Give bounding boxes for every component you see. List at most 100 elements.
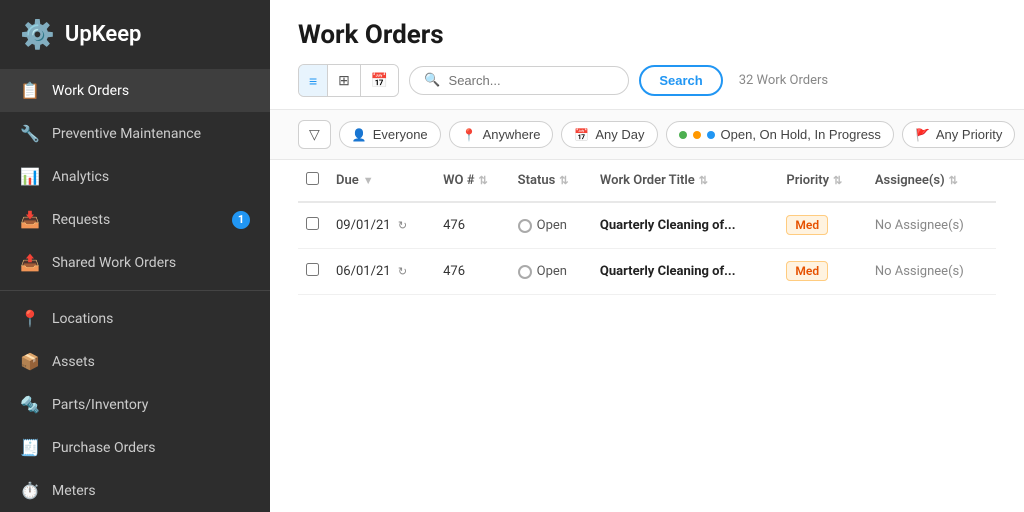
sidebar-item-assets[interactable]: 📦 Assets	[0, 340, 270, 383]
sidebar-item-shared-work-orders[interactable]: 📤 Shared Work Orders	[0, 241, 270, 284]
nav-divider	[0, 290, 270, 291]
title-sort-icon: ⇅	[699, 174, 708, 187]
logo-text: UpKeep	[65, 22, 142, 47]
row-1-assignees: No Assignee(s)	[867, 202, 996, 249]
row-1-title[interactable]: Quarterly Cleaning of...	[592, 202, 779, 249]
work-orders-icon: 📋	[20, 81, 40, 100]
header-due[interactable]: Due ▼	[328, 160, 435, 202]
due-sort-icon: ▼	[363, 174, 374, 187]
priority-sort-icon: ⇅	[833, 174, 842, 187]
sidebar-label-shared-work-orders: Shared Work Orders	[52, 255, 176, 271]
assignees-sort-icon: ⇅	[949, 174, 958, 187]
sidebar-label-requests: Requests	[52, 212, 110, 228]
row-2-checkbox-cell	[298, 249, 328, 295]
sidebar-label-work-orders: Work Orders	[52, 83, 129, 99]
any-priority-filter-label: Any Priority	[936, 127, 1002, 142]
status-sort-icon: ⇅	[559, 174, 568, 187]
row-2-status: Open	[510, 249, 592, 295]
table-row: 06/01/21 ↻ 476 Open Quarterly Cleaning o…	[298, 249, 996, 295]
work-orders-count: 32 Work Orders	[739, 73, 828, 88]
requests-badge: 1	[232, 211, 250, 229]
sidebar-label-preventive-maintenance: Preventive Maintenance	[52, 126, 201, 142]
sidebar-item-work-orders[interactable]: 📋 Work Orders	[0, 69, 270, 112]
row-2-assignees: No Assignee(s)	[867, 249, 996, 295]
calendar-view-button[interactable]: 📅	[361, 65, 398, 96]
sidebar-label-parts-inventory: Parts/Inventory	[52, 397, 148, 413]
repeat-icon: ↻	[398, 219, 407, 232]
logo-icon: ⚙️	[20, 18, 55, 51]
table-header-row: Due ▼ WO # ⇅ Status ⇅	[298, 160, 996, 202]
header-status[interactable]: Status ⇅	[510, 160, 592, 202]
search-icon: 🔍	[424, 73, 440, 88]
wo-sort-icon: ⇅	[478, 174, 487, 187]
row-2-checkbox[interactable]	[306, 263, 319, 276]
any-day-filter-label: Any Day	[595, 127, 644, 142]
sidebar-item-analytics[interactable]: 📊 Analytics	[0, 155, 270, 198]
hold-status-dot	[693, 131, 701, 139]
row-2-wo-number: 476	[435, 249, 510, 295]
header-wo-number[interactable]: WO # ⇅	[435, 160, 510, 202]
progress-status-dot	[707, 131, 715, 139]
everyone-filter-label: Everyone	[373, 127, 428, 142]
row-2-priority: Med	[778, 249, 866, 295]
anywhere-filter-button[interactable]: 📍 Anywhere	[449, 121, 554, 148]
row-1-status: Open	[510, 202, 592, 249]
header-checkbox-cell	[298, 160, 328, 202]
any-priority-filter-button[interactable]: 🚩 Any Priority	[902, 121, 1015, 148]
toolbar: ≡ ⊞ 📅 🔍 Search 32 Work Orders	[298, 64, 996, 97]
row-2-title[interactable]: Quarterly Cleaning of...	[592, 249, 779, 295]
grid-view-button[interactable]: ⊞	[328, 65, 361, 96]
open-status-dot	[679, 131, 687, 139]
sidebar-item-parts-inventory[interactable]: 🔩 Parts/Inventory	[0, 383, 270, 426]
meters-icon: ⏱️	[20, 481, 40, 500]
select-all-checkbox[interactable]	[306, 172, 319, 185]
sidebar-item-requests[interactable]: 📥 Requests 1	[0, 198, 270, 241]
search-container: 🔍	[409, 66, 629, 95]
logo-container[interactable]: ⚙️ UpKeep	[0, 0, 270, 69]
parts-inventory-icon: 🔩	[20, 395, 40, 414]
sidebar-item-purchase-orders[interactable]: 🧾 Purchase Orders	[0, 426, 270, 469]
sidebar-label-purchase-orders: Purchase Orders	[52, 440, 155, 456]
row-1-due: 09/01/21 ↻	[328, 202, 435, 249]
assets-icon: 📦	[20, 352, 40, 371]
open-circle-icon-2	[518, 265, 532, 279]
sidebar-label-locations: Locations	[52, 311, 113, 327]
shared-work-orders-icon: 📤	[20, 253, 40, 272]
list-view-button[interactable]: ≡	[299, 65, 328, 96]
filter-bar: ▽ 👤 Everyone 📍 Anywhere 📅 Any Day Open, …	[270, 110, 1024, 160]
status-filter-label: Open, On Hold, In Progress	[721, 127, 881, 142]
purchase-orders-icon: 🧾	[20, 438, 40, 457]
sidebar-item-locations[interactable]: 📍 Locations	[0, 297, 270, 340]
page-title: Work Orders	[298, 20, 996, 50]
row-1-priority: Med	[778, 202, 866, 249]
analytics-icon: 📊	[20, 167, 40, 186]
row-1-wo-number: 476	[435, 202, 510, 249]
header-priority[interactable]: Priority ⇅	[778, 160, 866, 202]
anywhere-filter-label: Anywhere	[483, 127, 541, 142]
open-circle-icon	[518, 219, 532, 233]
preventive-maintenance-icon: 🔧	[20, 124, 40, 143]
main-content: Work Orders ≡ ⊞ 📅 🔍 Search 32 Work Order…	[270, 0, 1024, 512]
sidebar-label-analytics: Analytics	[52, 169, 109, 185]
search-button[interactable]: Search	[639, 65, 722, 96]
repeat-icon-2: ↻	[398, 265, 407, 278]
calendar-filter-icon: 📅	[574, 128, 589, 142]
sidebar-item-preventive-maintenance[interactable]: 🔧 Preventive Maintenance	[0, 112, 270, 155]
header-title[interactable]: Work Order Title ⇅	[592, 160, 779, 202]
location-filter-icon: 📍	[462, 128, 477, 142]
sidebar-item-meters[interactable]: ⏱️ Meters	[0, 469, 270, 512]
search-input[interactable]	[449, 73, 615, 88]
priority-filter-icon: 🚩	[915, 128, 930, 142]
header-assignees[interactable]: Assignee(s) ⇅	[867, 160, 996, 202]
sidebar: ⚙️ UpKeep 📋 Work Orders 🔧 Preventive Mai…	[0, 0, 270, 512]
locations-icon: 📍	[20, 309, 40, 328]
filter-toggle-button[interactable]: ▽	[298, 120, 331, 149]
row-1-checkbox[interactable]	[306, 217, 319, 230]
status-filter-button[interactable]: Open, On Hold, In Progress	[666, 121, 894, 148]
everyone-filter-button[interactable]: 👤 Everyone	[339, 121, 441, 148]
any-day-filter-button[interactable]: 📅 Any Day	[561, 121, 657, 148]
user-icon: 👤	[352, 128, 367, 142]
sidebar-label-meters: Meters	[52, 483, 96, 499]
table-row: 09/01/21 ↻ 476 Open Quarterly Cleaning o…	[298, 202, 996, 249]
sidebar-label-assets: Assets	[52, 354, 95, 370]
